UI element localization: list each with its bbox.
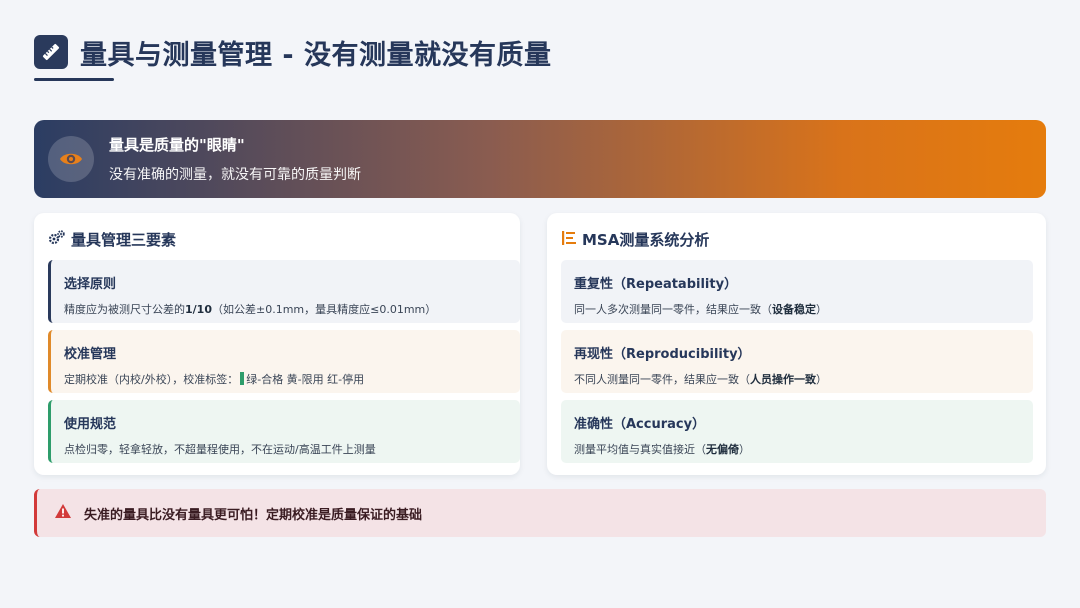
- green-tag-marker: [240, 372, 245, 385]
- card-reproducibility: 再现性（Reproducibility） 不同人测量同一零件，结果应一致（人员操…: [561, 330, 1033, 393]
- card-title: 重复性（Repeatability）: [574, 277, 738, 292]
- list-icon: [561, 230, 577, 250]
- card-body: 测量平均值与真实值接近（无偏倚）: [574, 443, 750, 456]
- page-title: 量具与测量管理 - 没有测量就没有质量: [80, 39, 552, 71]
- card-body: 精度应为被测尺寸公差的1/10（如公差±0.1mm，量具精度应≤0.01mm）: [64, 303, 437, 316]
- management-elements-panel: 量具管理三要素 选择原则 精度应为被测尺寸公差的1/10（如公差±0.1mm，量…: [34, 213, 520, 475]
- card-calibration-management: 校准管理 定期校准（内校/外校），校准标签： 绿-合格 黄-限用 红-停用: [48, 330, 520, 393]
- card-title: 准确性（Accuracy）: [574, 417, 706, 432]
- banner-title: 量具是质量的"眼睛": [109, 136, 245, 154]
- card-repeatability: 重复性（Repeatability） 同一人多次测量同一零件，结果应一致（设备稳…: [561, 260, 1033, 323]
- card-title: 校准管理: [64, 347, 117, 362]
- card-title: 选择原则: [64, 277, 117, 292]
- right-panel-title: MSA测量系统分析: [582, 231, 710, 249]
- left-panel-title: 量具管理三要素: [71, 231, 177, 249]
- card-body: 同一人多次测量同一零件，结果应一致（设备稳定）: [574, 303, 827, 316]
- hero-banner: 量具是质量的"眼睛" 没有准确的测量，就没有可靠的质量判断: [34, 120, 1046, 198]
- card-body: 不同人测量同一零件，结果应一致（人员操作一致）: [574, 373, 827, 386]
- card-body: 定期校准（内校/外校），校准标签： 绿-合格 黄-限用 红-停用: [64, 372, 365, 386]
- page-header: 量具与测量管理 - 没有测量就没有质量: [34, 32, 552, 72]
- alert-text: 失准的量具比没有量具更可怕！定期校准是质量保证的基础: [84, 507, 423, 523]
- msa-panel: MSA测量系统分析 重复性（Repeatability） 同一人多次测量同一零件…: [547, 213, 1046, 475]
- warning-alert: 失准的量具比没有量具更可怕！定期校准是质量保证的基础: [34, 489, 1046, 537]
- card-body: 点检归零，轻拿轻放，不超量程使用，不在运动/高温工件上测量: [64, 443, 376, 456]
- title-underline: [34, 78, 114, 81]
- card-title: 使用规范: [64, 417, 117, 432]
- warning-icon: [54, 503, 72, 523]
- card-accuracy: 准确性（Accuracy） 测量平均值与真实值接近（无偏倚）: [561, 400, 1033, 463]
- banner-subtitle: 没有准确的测量，就没有可靠的质量判断: [109, 167, 361, 183]
- ruler-icon: [34, 35, 68, 69]
- card-selection-principle: 选择原则 精度应为被测尺寸公差的1/10（如公差±0.1mm，量具精度应≤0.0…: [48, 260, 520, 323]
- eye-icon: [48, 136, 94, 182]
- card-title: 再现性（Reproducibility）: [574, 347, 751, 362]
- gears-icon: [48, 229, 66, 250]
- card-usage-rules: 使用规范 点检归零，轻拿轻放，不超量程使用，不在运动/高温工件上测量: [48, 400, 520, 463]
